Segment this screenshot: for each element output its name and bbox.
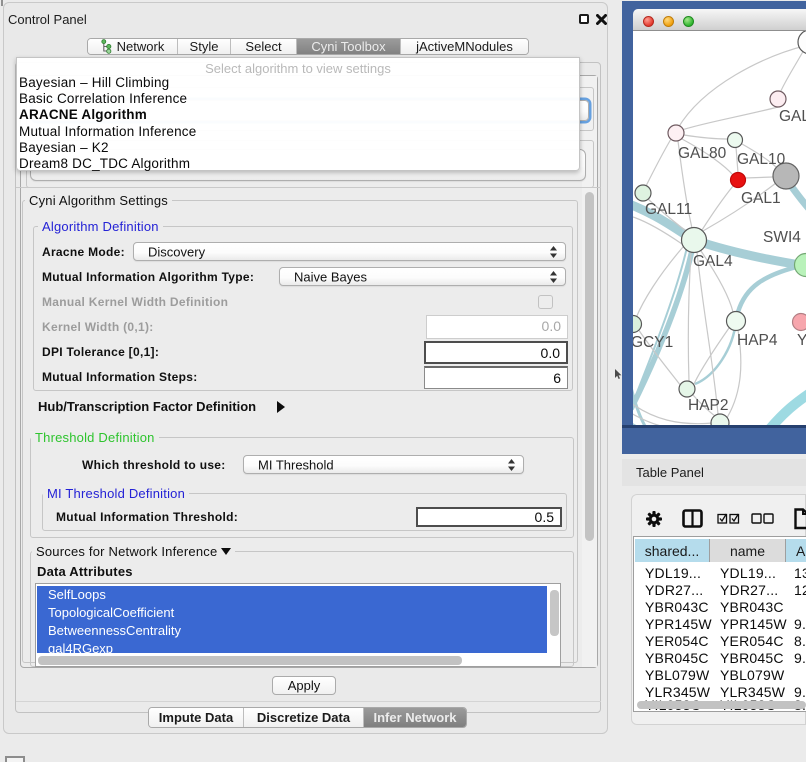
- svg-text:HAP2: HAP2: [688, 397, 729, 414]
- svg-text:GAL4: GAL4: [693, 253, 733, 270]
- svg-text:GAL7: GAL7: [779, 108, 806, 125]
- svg-text:HAP4: HAP4: [737, 332, 778, 349]
- svg-text:GAL11: GAL11: [645, 201, 692, 218]
- svg-text:GAL80: GAL80: [678, 145, 727, 162]
- svg-text:SWI4: SWI4: [763, 229, 801, 246]
- svg-text:GAL10: GAL10: [737, 151, 786, 168]
- svg-text:GCY1: GCY1: [633, 334, 673, 351]
- svg-text:Y: Y: [797, 332, 806, 349]
- svg-text:GAL1: GAL1: [741, 190, 781, 207]
